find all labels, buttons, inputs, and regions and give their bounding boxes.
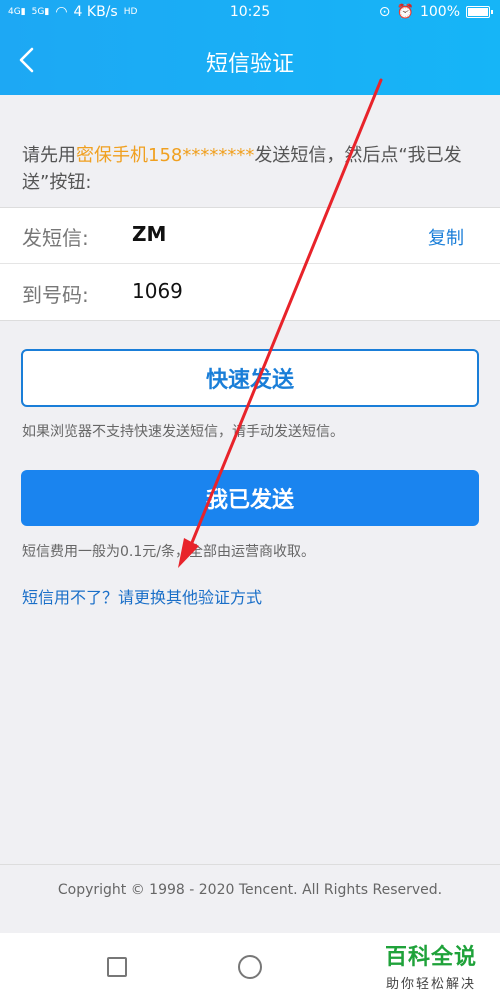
change-verification-link[interactable]: 短信用不了？请更换其他验证方式 [22, 584, 262, 608]
copyright-text: Copyright © 1998 - 2020 Tencent. All Rig… [57, 882, 443, 898]
battery-percent: 100% [419, 4, 460, 20]
rotation-lock-icon: ⊙ [378, 4, 391, 20]
target-number-row: 到号码: 1069 [0, 265, 500, 321]
fee-hint: 短信费用一般为0.1元/条，全部由运营商收取。 [22, 544, 315, 560]
quick-send-hint: 如果浏览器不支持快速发送短信，请手动发送短信。 [22, 424, 344, 440]
recent-apps-icon[interactable] [107, 957, 127, 977]
status-bar: 4G▮ 5G▮ ◠ 4 KB/s HD 10:25 ⊙ ⏰ 100% [0, 0, 500, 26]
send-content-row: 发短信: ZM 复制 [0, 208, 500, 264]
instruction-prefix: 请先用 [22, 145, 76, 166]
home-icon[interactable] [238, 955, 262, 979]
status-right: ⊙ ⏰ 100% [378, 4, 493, 20]
alarm-icon: ⏰ [396, 4, 414, 20]
phone-highlight: 密保手机158******** [76, 145, 255, 166]
send-value: ZM [132, 222, 167, 246]
watermark-subtitle: 助你轻松解决 [385, 977, 476, 992]
watermark-logo: 百科全说 助你轻松解决 [376, 939, 486, 992]
battery-icon [466, 6, 493, 18]
to-label: 到号码: [22, 283, 89, 307]
to-value: 1069 [132, 279, 183, 303]
footer-divider [0, 864, 500, 865]
header: 4G▮ 5G▮ ◠ 4 KB/s HD 10:25 ⊙ ⏰ 100% 短信验证 [0, 0, 500, 95]
sms-info-box: 发短信: ZM 复制 到号码: 1069 [0, 207, 500, 321]
page-title: 短信验证 [205, 52, 294, 77]
already-sent-button[interactable]: 我已发送 [21, 470, 479, 526]
send-label: 发短信: [22, 226, 89, 250]
copy-button[interactable]: 复制 [428, 224, 464, 250]
instruction-text: 请先用密保手机158********发送短信，然后点“我已发送”按钮: [22, 142, 492, 196]
watermark-title: 百科全说 [384, 945, 477, 970]
quick-send-button[interactable]: 快速发送 [21, 349, 479, 407]
nav-bar: 短信验证 [0, 36, 500, 86]
